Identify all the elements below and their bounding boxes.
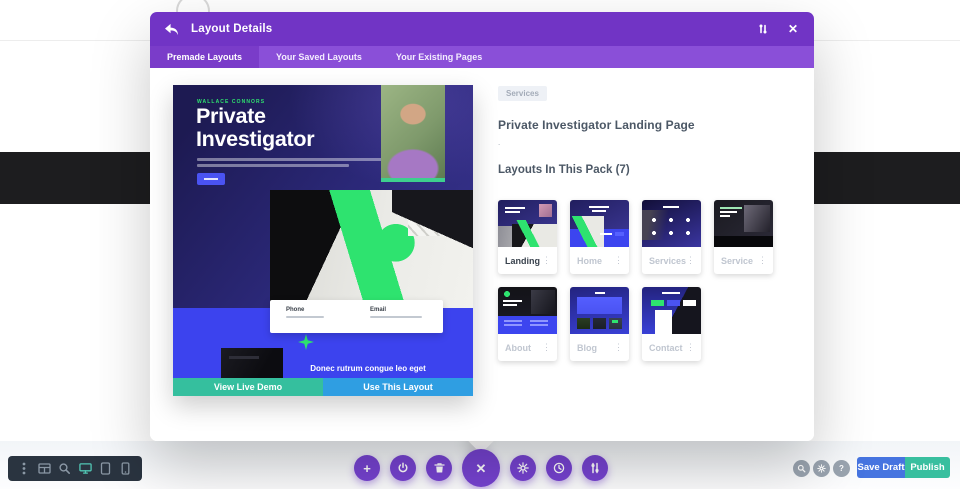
back-icon[interactable] (164, 20, 182, 38)
publish-button[interactable]: Publish (905, 457, 950, 478)
zoom-icon[interactable] (58, 462, 71, 475)
preview-phone-value-bar (286, 316, 324, 318)
layout-thumbnail[interactable] (570, 200, 629, 247)
utility-buttons: ? (793, 460, 850, 477)
card-menu-icon[interactable]: ⋮ (686, 256, 695, 265)
card-menu-icon[interactable]: ⋮ (686, 343, 695, 352)
preview-hero-button (197, 173, 225, 185)
preview-text-bar (197, 158, 393, 161)
layout-preview[interactable]: WALLACE CONNORS Private Investigator Pho… (173, 85, 473, 396)
pack-layouts-grid: Landing ⋮ Home ⋮ Services ⋮ Service ⋮ About ⋮ (498, 200, 790, 361)
layout-thumbnail[interactable] (642, 287, 701, 334)
layout-card-home[interactable]: Home ⋮ (570, 200, 629, 274)
sort-icon[interactable] (756, 22, 770, 36)
layout-card-services[interactable]: Services ⋮ (642, 200, 701, 274)
power-icon[interactable] (390, 455, 416, 481)
layout-card-about[interactable]: About ⋮ (498, 287, 557, 361)
sliders-icon[interactable] (582, 455, 608, 481)
tab-your-existing-pages[interactable]: Your Existing Pages (379, 46, 499, 68)
modal-body: WALLACE CONNORS Private Investigator Pho… (150, 68, 814, 441)
close-icon[interactable]: ✕ (786, 22, 800, 36)
sparkle-icon (298, 334, 314, 350)
wireframe-icon[interactable] (38, 462, 51, 475)
preview-portrait-photo (381, 85, 445, 182)
modal-tab-bar: Premade Layouts Your Saved Layouts Your … (150, 46, 814, 68)
layout-card-label: Landing (505, 255, 540, 266)
save-draft-button[interactable]: Save Draft (857, 457, 905, 478)
layout-card-label: Contact (649, 342, 683, 353)
card-menu-icon[interactable]: ⋮ (758, 256, 767, 265)
view-live-demo-button[interactable]: View Live Demo (173, 378, 323, 396)
layout-card-contact[interactable]: Contact ⋮ (642, 287, 701, 361)
builder-controls: + ✕ (354, 449, 608, 487)
modal-header: Layout Details ✕ (150, 12, 814, 46)
history-icon[interactable] (546, 455, 572, 481)
tab-premade-layouts[interactable]: Premade Layouts (150, 46, 260, 68)
help-icon[interactable]: ? (833, 460, 850, 477)
more-vertical-icon[interactable] (18, 462, 31, 475)
layout-card-label: Blog (577, 342, 597, 353)
layout-card-label: Service (721, 255, 754, 266)
tab-your-saved-layouts[interactable]: Your Saved Layouts (259, 46, 379, 68)
layout-card-blog[interactable]: Blog ⋮ (570, 287, 629, 361)
view-mode-toolbar (8, 456, 142, 481)
card-menu-icon[interactable]: ⋮ (614, 343, 623, 352)
layout-thumbnail[interactable] (498, 200, 557, 247)
phone-icon[interactable] (119, 462, 132, 475)
layout-thumbnail[interactable] (498, 287, 557, 334)
preview-collage-image (270, 190, 473, 310)
preview-contact-card: Phone Email (270, 300, 443, 333)
use-this-layout-button[interactable]: Use This Layout (323, 378, 473, 396)
close-builder-icon[interactable]: ✕ (462, 449, 500, 487)
plus-icon[interactable]: + (354, 455, 380, 481)
preview-text-bar (197, 164, 349, 167)
layout-details-modal: Layout Details ✕ Premade Layouts Your Sa… (150, 12, 814, 441)
trash-icon[interactable] (426, 455, 452, 481)
preview-phone-label: Phone (286, 307, 305, 313)
preview-heading: Private Investigator (196, 104, 315, 151)
card-menu-icon[interactable]: ⋮ (614, 256, 623, 265)
gear-icon[interactable] (510, 455, 536, 481)
layout-card-service[interactable]: Service ⋮ (714, 200, 773, 274)
desktop-icon[interactable] (78, 462, 92, 475)
layout-thumbnail[interactable] (714, 200, 773, 247)
layout-card-label: Services (649, 255, 687, 266)
layout-description: . (498, 138, 501, 147)
zoom-icon[interactable] (793, 460, 810, 477)
category-badge[interactable]: Services (498, 86, 547, 101)
card-menu-icon[interactable]: ⋮ (542, 343, 551, 352)
layout-card-landing[interactable]: Landing ⋮ (498, 200, 557, 274)
layout-thumbnail[interactable] (642, 200, 701, 247)
gear-icon[interactable] (813, 460, 830, 477)
preview-dark-image (221, 348, 283, 378)
layout-card-label: About (505, 342, 531, 353)
pack-heading: Layouts In This Pack (7) (498, 164, 630, 176)
preview-actions: View Live Demo Use This Layout (173, 378, 473, 396)
layout-title: Private Investigator Landing Page (498, 118, 695, 132)
tablet-icon[interactable] (99, 462, 112, 475)
layout-thumbnail[interactable] (570, 287, 629, 334)
preview-email-value-bar (370, 316, 422, 318)
modal-title: Layout Details (191, 23, 273, 35)
layout-details-panel: Services Private Investigator Landing Pa… (498, 83, 798, 361)
layout-card-label: Home (577, 255, 603, 266)
preview-email-label: Email (370, 307, 387, 313)
publish-actions: Save Draft Publish (857, 457, 950, 478)
preview-photo-underline (381, 178, 445, 182)
modal-header-actions: ✕ (756, 22, 800, 36)
preview-tagline: Donec rutrum congue leo eget (310, 364, 426, 373)
card-menu-icon[interactable]: ⋮ (542, 256, 551, 265)
